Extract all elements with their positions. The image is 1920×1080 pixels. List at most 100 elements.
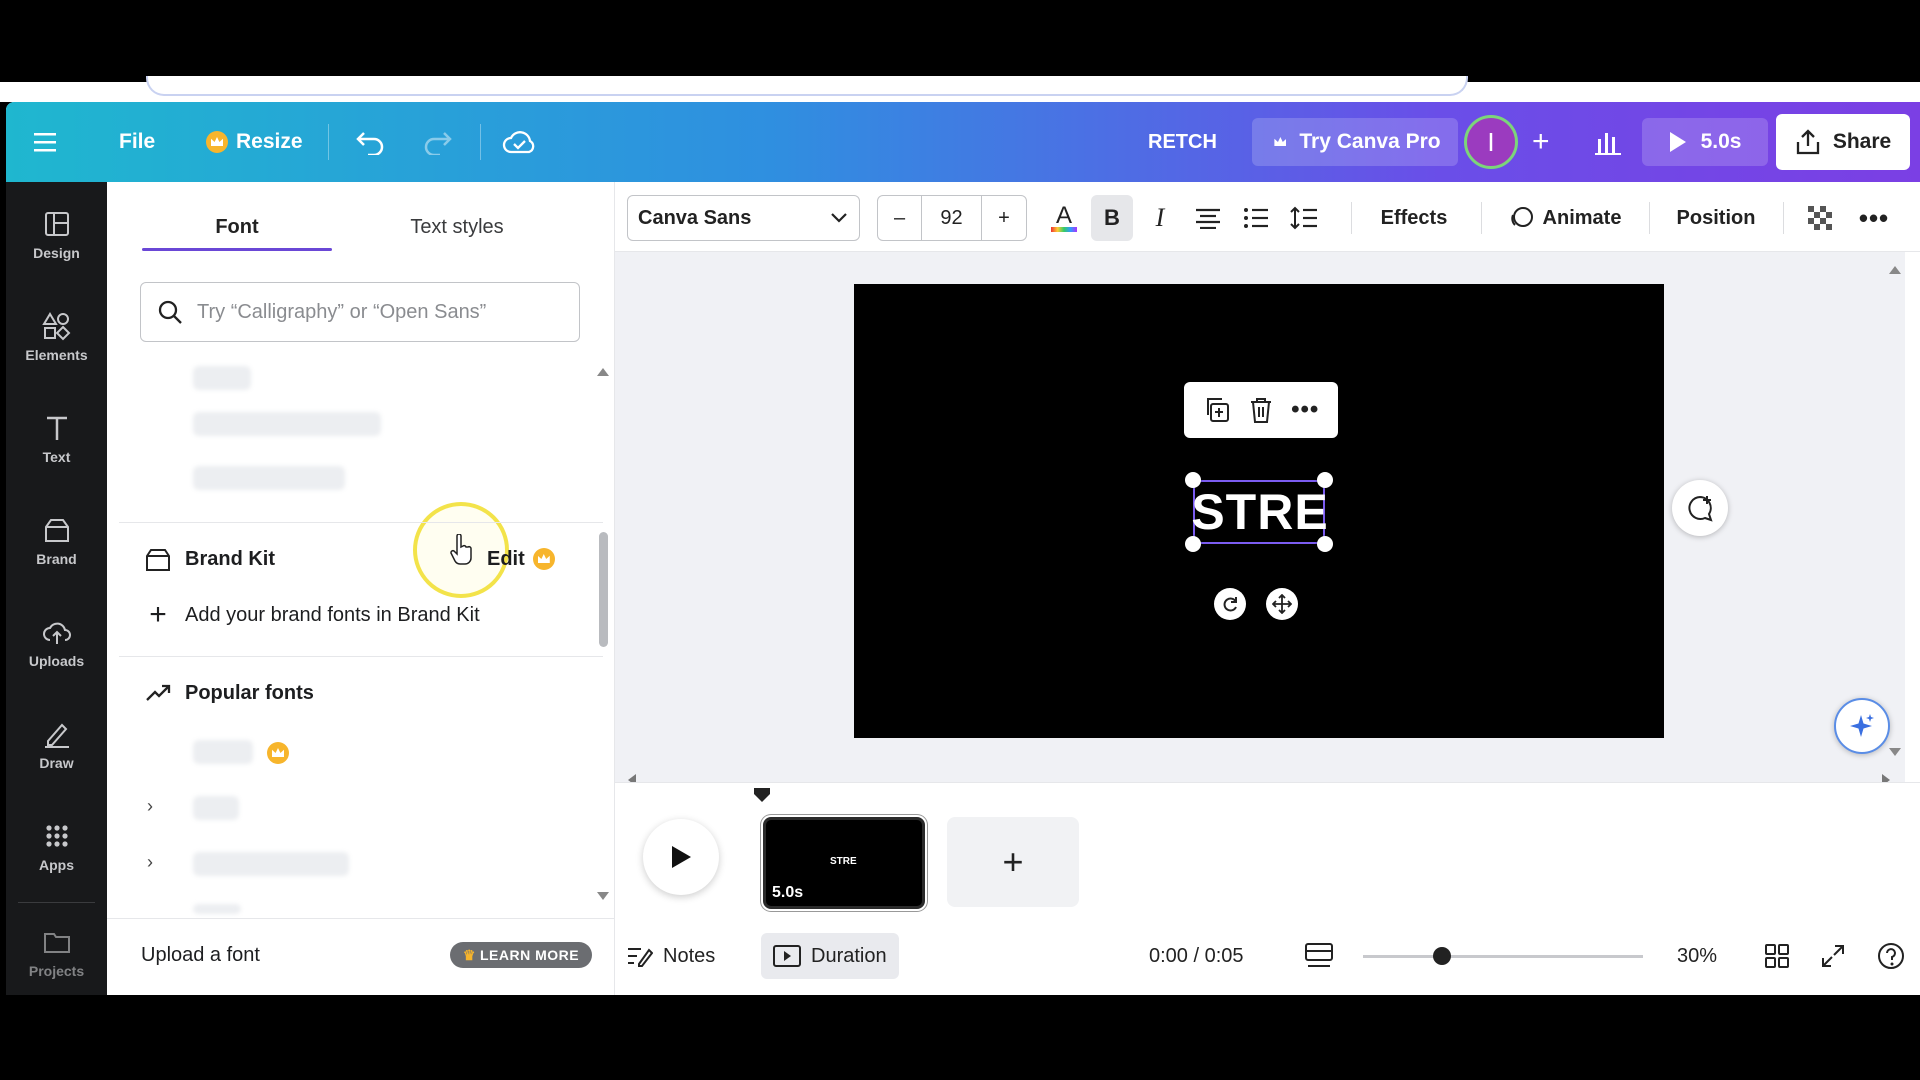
animate-button[interactable]: Animate xyxy=(1495,195,1635,241)
scroll-up-arrow[interactable] xyxy=(597,368,609,376)
menu-button[interactable] xyxy=(34,102,60,182)
font-preview-blurred[interactable] xyxy=(193,740,253,764)
spacing-button[interactable] xyxy=(1283,195,1325,241)
list-button[interactable] xyxy=(1235,195,1277,241)
resize-label: Resize xyxy=(236,130,303,153)
scroll-down-arrow[interactable] xyxy=(1889,748,1901,756)
font-size-value: 92 xyxy=(940,206,963,229)
rotate-handle[interactable] xyxy=(1214,588,1246,620)
rail-item-brand[interactable]: Brand xyxy=(6,496,107,586)
add-collaborator-button[interactable]: + xyxy=(1532,102,1550,182)
page-thumbnail[interactable]: STRE 5.0s xyxy=(763,817,925,909)
duplicate-icon[interactable] xyxy=(1203,396,1231,424)
font-preview-blurred[interactable] xyxy=(193,412,381,436)
add-brand-fonts-button[interactable]: + Add your brand fonts in Brand Kit xyxy=(145,598,479,632)
duration-button[interactable]: Duration xyxy=(761,933,899,979)
timeline-view-icon xyxy=(1305,943,1333,967)
increase-size-button[interactable]: + xyxy=(982,196,1026,240)
timeline-panel: STRE 5.0s + Notes Duration 0:00 / 0:05 3… xyxy=(615,782,1920,995)
thumbnail-text: STRE xyxy=(830,856,857,867)
font-preview-blurred[interactable] xyxy=(193,796,239,820)
timeline-play-button[interactable] xyxy=(643,819,719,895)
zoom-level[interactable]: 30% xyxy=(1677,933,1717,979)
resize-button[interactable]: Resize xyxy=(206,102,303,182)
zoom-slider-track[interactable] xyxy=(1363,955,1643,958)
tab-font[interactable]: Font xyxy=(142,202,332,252)
more-icon[interactable]: ••• xyxy=(1291,396,1319,424)
rail-item-projects[interactable]: Projects xyxy=(6,908,107,995)
folder-icon xyxy=(43,933,70,953)
chevron-right-icon[interactable]: › xyxy=(147,796,167,816)
undo-button[interactable] xyxy=(356,102,386,182)
resize-handle[interactable] xyxy=(1317,472,1333,488)
more-options-button[interactable]: ••• xyxy=(1853,195,1895,241)
play-duration: 5.0s xyxy=(1700,130,1742,153)
trash-icon[interactable] xyxy=(1248,396,1274,424)
scroll-down-arrow[interactable] xyxy=(597,892,609,900)
scroll-up-arrow[interactable] xyxy=(1889,266,1901,274)
upload-font-button[interactable]: Upload a font xyxy=(141,938,260,972)
decrease-size-button[interactable]: – xyxy=(878,196,922,240)
resize-handle[interactable] xyxy=(1185,472,1201,488)
effects-button[interactable]: Effects xyxy=(1367,195,1461,241)
notes-button[interactable]: Notes xyxy=(627,933,715,979)
top-bar: File Resize RETCH Try Canva Pro I + 5.0s… xyxy=(6,102,1920,182)
zoom-slider-handle[interactable] xyxy=(1433,947,1451,965)
font-search-input[interactable]: Try “Calligraphy” or “Open Sans” xyxy=(140,282,580,342)
brand-kit-row: Brand Kit xyxy=(145,542,275,576)
timeline-view-toggle[interactable] xyxy=(1305,933,1333,979)
panel-scrollbar[interactable] xyxy=(599,532,608,647)
chevron-right-icon[interactable]: › xyxy=(147,852,167,872)
time-readout-value: 0:00 / 0:05 xyxy=(1149,944,1244,967)
try-canva-pro-button[interactable]: Try Canva Pro xyxy=(1252,118,1458,166)
position-button[interactable]: Position xyxy=(1663,195,1769,241)
present-play-button[interactable]: 5.0s xyxy=(1642,118,1768,166)
add-comment-button[interactable] xyxy=(1672,480,1728,536)
tab-text-styles[interactable]: Text styles xyxy=(357,202,557,252)
edit-label: Edit xyxy=(487,547,525,570)
browser-address-bar[interactable] xyxy=(146,76,1468,96)
rail-item-draw[interactable]: Draw xyxy=(6,700,107,790)
magic-assistant-button[interactable] xyxy=(1834,698,1890,754)
brand-icon xyxy=(44,519,69,542)
learn-more-button[interactable]: ♛ LEARN MORE xyxy=(450,942,592,968)
cloud-save-button[interactable] xyxy=(502,102,536,182)
share-button[interactable]: Share xyxy=(1776,114,1910,170)
transparency-button[interactable] xyxy=(1799,195,1841,241)
canvas-text-element[interactable]: STRE xyxy=(1191,480,1329,544)
font-family-dropdown[interactable]: Canva Sans xyxy=(627,195,860,241)
italic-button[interactable]: I xyxy=(1139,195,1181,241)
fullscreen-button[interactable] xyxy=(1821,933,1845,979)
rail-item-design[interactable]: Design xyxy=(6,190,107,280)
rail-item-uploads[interactable]: Uploads xyxy=(6,598,107,688)
design-title[interactable]: RETCH xyxy=(1148,102,1217,182)
rail-label: Projects xyxy=(28,963,85,979)
zoom-level-value: 30% xyxy=(1677,944,1718,967)
font-preview-blurred[interactable] xyxy=(193,904,241,914)
resize-handle[interactable] xyxy=(1185,536,1201,552)
rail-item-elements[interactable]: Elements xyxy=(6,292,107,382)
add-page-button[interactable]: + xyxy=(947,817,1079,907)
avatar[interactable]: I xyxy=(1464,115,1518,169)
resize-handle[interactable] xyxy=(1317,536,1333,552)
help-button[interactable] xyxy=(1877,933,1905,979)
bold-button[interactable]: B xyxy=(1091,195,1133,241)
grid-view-button[interactable] xyxy=(1765,933,1789,979)
redo-button[interactable] xyxy=(422,102,452,182)
text-color-button[interactable]: A xyxy=(1043,195,1085,241)
font-preview-blurred[interactable] xyxy=(193,366,251,390)
brand-kit-edit-button[interactable]: Edit xyxy=(487,542,563,576)
rail-item-text[interactable]: Text xyxy=(6,394,107,484)
rail-label: Elements xyxy=(25,347,88,363)
font-preview-blurred[interactable] xyxy=(193,466,345,490)
insights-button[interactable] xyxy=(1594,102,1624,182)
rail-item-apps[interactable]: Apps xyxy=(6,802,107,892)
align-button[interactable] xyxy=(1187,195,1229,241)
playhead-marker[interactable] xyxy=(753,787,771,803)
font-preview-blurred[interactable] xyxy=(193,852,349,876)
file-menu-button[interactable]: File xyxy=(119,102,155,182)
popular-fonts-label: Popular fonts xyxy=(185,681,314,704)
move-handle[interactable] xyxy=(1266,588,1298,620)
divider xyxy=(107,918,615,919)
font-size-input[interactable]: 92 xyxy=(922,196,982,240)
